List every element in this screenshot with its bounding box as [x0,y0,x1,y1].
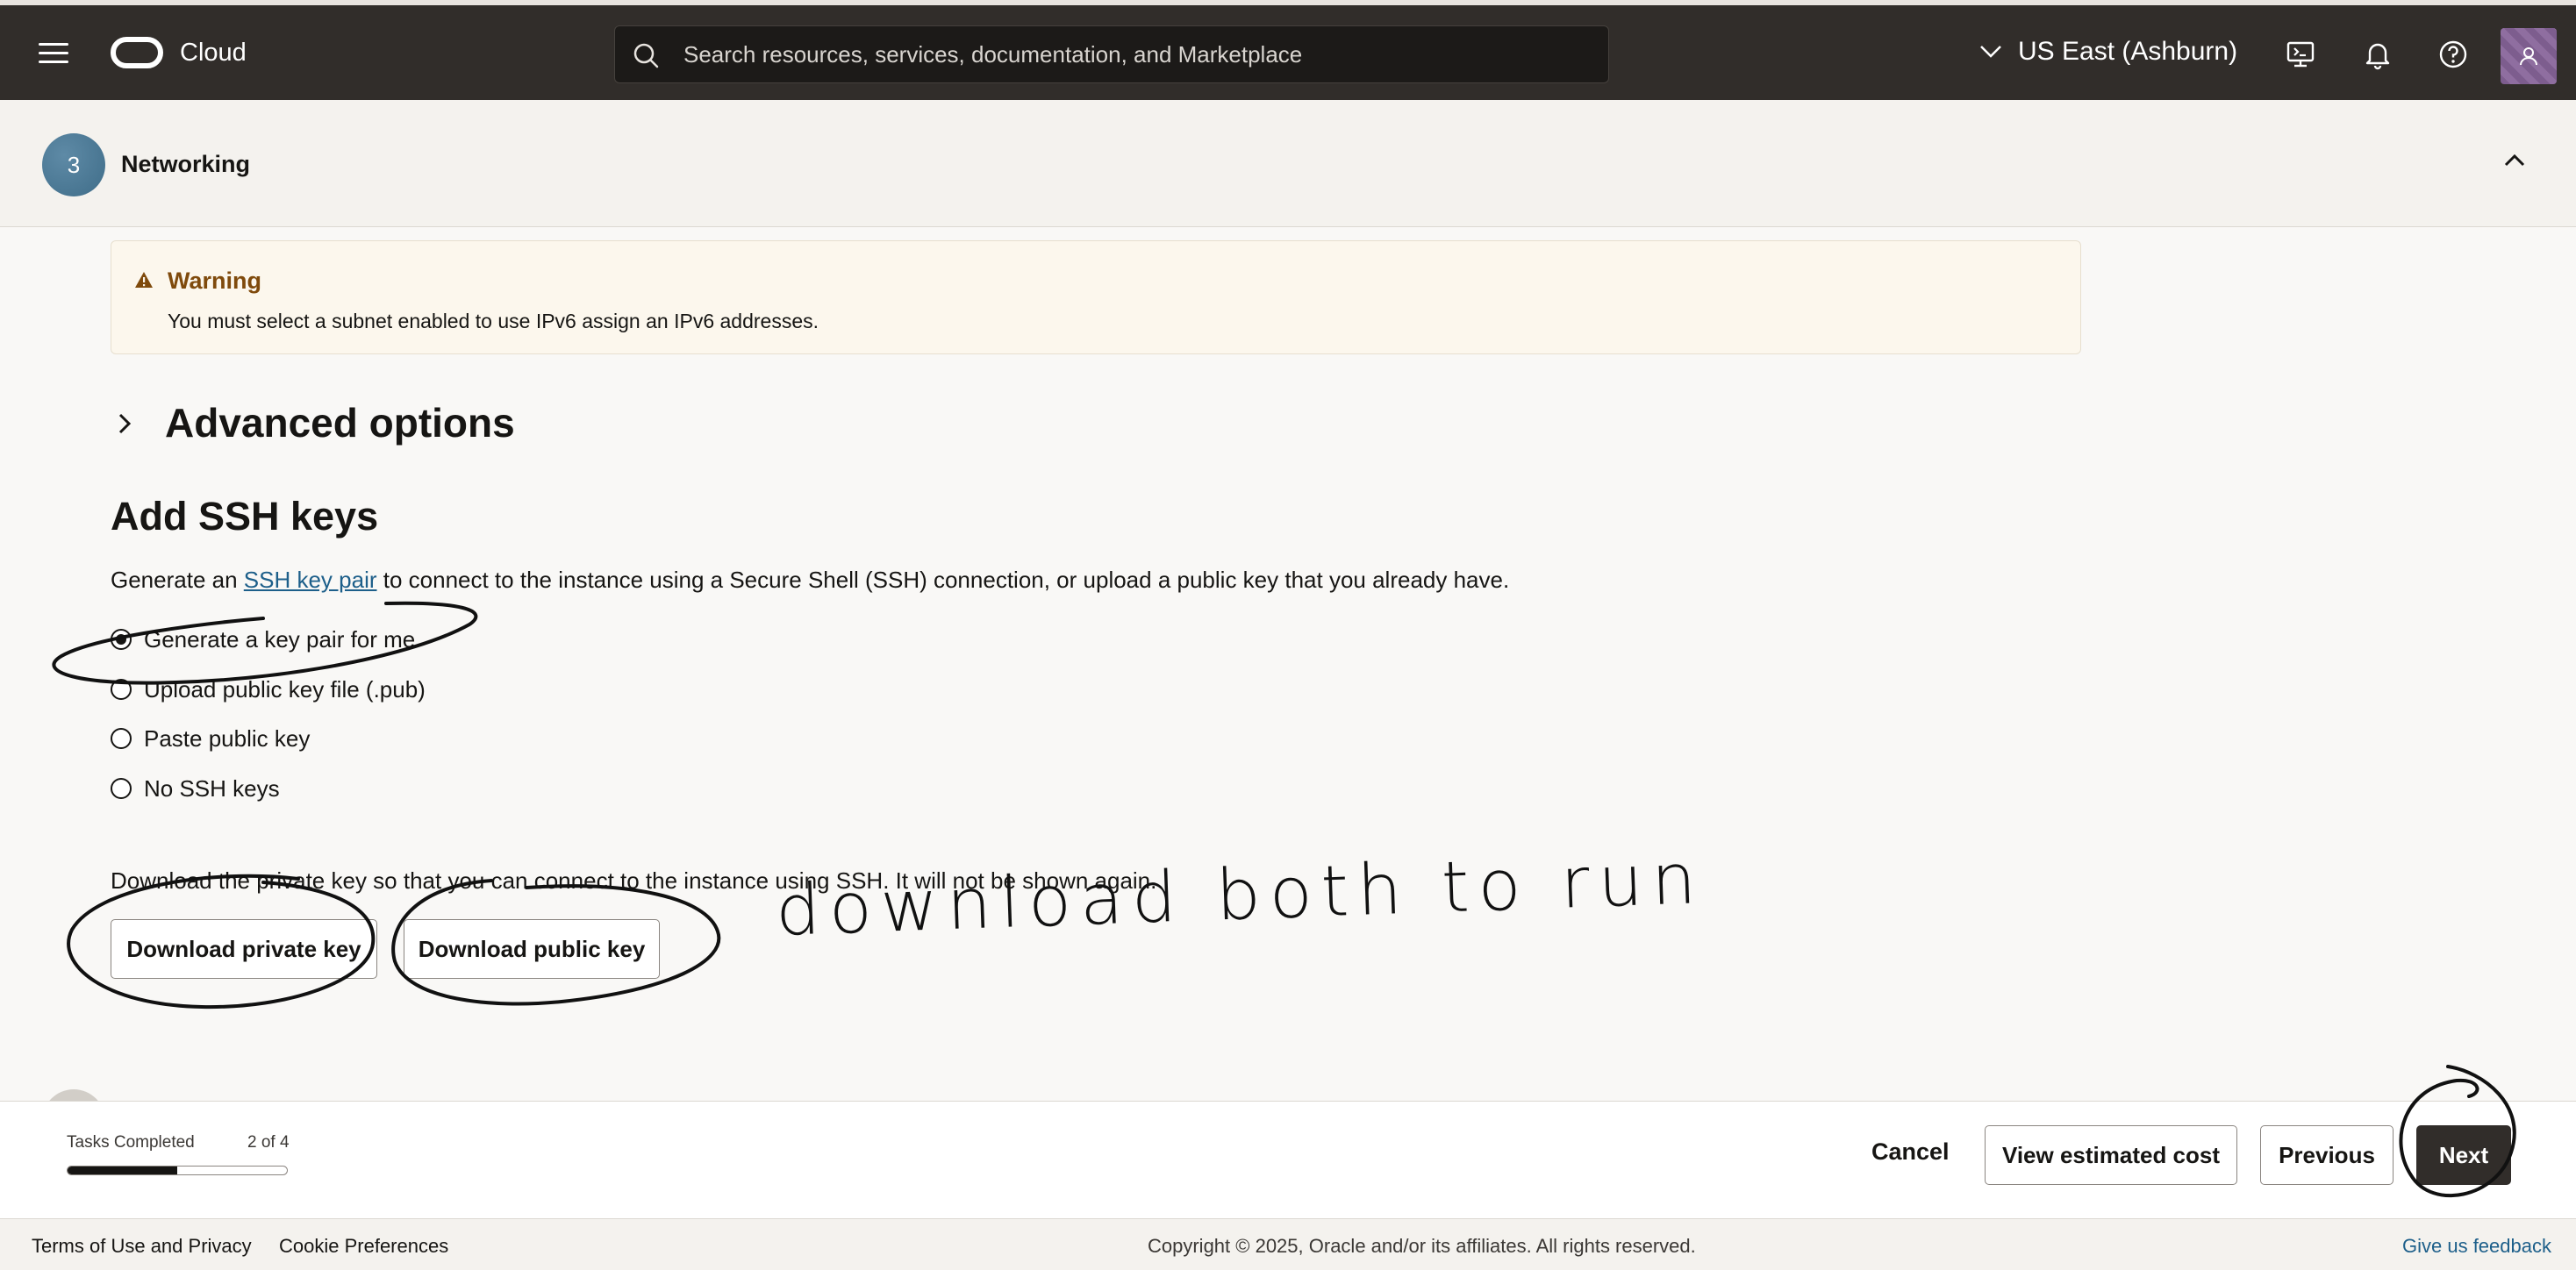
cloud-shell-icon[interactable] [2285,39,2316,70]
help-icon[interactable] [2437,39,2469,70]
tasks-completed-label: Tasks Completed [67,1133,195,1152]
radio-upload-public-key[interactable]: Upload public key file (.pub) [111,674,426,704]
radio-label: Upload public key file (.pub) [144,675,426,703]
handwritten-note: download both to run [774,838,1707,952]
download-public-key-button[interactable]: Download public key [404,919,660,979]
chevron-right-icon[interactable] [118,412,132,435]
chevron-up-icon[interactable] [2504,153,2525,167]
avatar[interactable] [2501,28,2557,84]
previous-button[interactable]: Previous [2260,1125,2394,1185]
radio-button[interactable] [111,778,132,799]
feedback-link[interactable]: Give us feedback [2402,1235,2551,1258]
chevron-down-icon [1980,46,2001,58]
radio-button[interactable] [111,629,132,650]
step-number-badge: 3 [42,133,105,196]
advanced-options-toggle[interactable]: Advanced options [165,399,515,446]
warning-triangle-icon [135,272,153,288]
radio-label: No SSH keys [144,774,280,802]
radio-generate-key-pair[interactable]: Generate a key pair for me [111,624,415,654]
search-input[interactable] [683,26,1587,82]
ssh-desc-before: Generate an [111,567,244,593]
radio-label: Paste public key [144,724,311,752]
download-private-key-button[interactable]: Download private key [111,919,377,979]
bell-icon[interactable] [2362,39,2394,70]
ssh-desc-after: to connect to the instance using a Secur… [376,567,1510,593]
wizard-footer: Tasks Completed 2 of 4 Cancel View estim… [0,1101,2576,1218]
radio-button[interactable] [111,728,132,749]
radio-paste-public-key[interactable]: Paste public key [111,724,310,753]
terms-link[interactable]: Terms of Use and Privacy [32,1235,252,1258]
view-estimated-cost-button[interactable]: View estimated cost [1985,1125,2237,1185]
ssh-key-pair-link[interactable]: SSH key pair [244,567,377,593]
user-icon [2520,47,2537,66]
next-button[interactable]: Next [2416,1125,2511,1185]
networking-section-header[interactable]: 3 Networking [0,100,2576,227]
copyright-text: Copyright © 2025, Oracle and/or its affi… [1148,1235,1696,1257]
top-header: Cloud US East (Ashburn) [0,0,2576,100]
warning-title: Warning [168,268,261,294]
region-selector[interactable]: US East (Ashburn) [1979,34,2237,69]
page-footer: Terms of Use and Privacy Cookie Preferen… [0,1218,2576,1270]
cookie-preferences-link[interactable]: Cookie Preferences [279,1235,448,1258]
section-title: Networking [121,151,251,177]
cancel-button[interactable]: Cancel [1871,1138,1950,1166]
tasks-completed-count: 2 of 4 [247,1133,290,1152]
warning-message: You must select a subnet enabled to use … [168,310,819,332]
radio-no-ssh-keys[interactable]: No SSH keys [111,774,280,803]
brand-name[interactable]: Cloud [180,39,247,68]
radio-label: Generate a key pair for me [144,625,416,653]
ssh-description: Generate an SSH key pair to connect to t… [111,567,1509,594]
cloud-logo-icon[interactable] [111,37,163,68]
tasks-progress-bar [67,1166,288,1175]
search-icon [633,43,659,68]
ssh-keys-heading: Add SSH keys [111,494,379,539]
hamburger-icon[interactable] [39,41,68,66]
tasks-progress-fill [68,1167,177,1174]
region-label: US East (Ashburn) [2018,37,2238,66]
ipv6-warning-banner: Warning You must select a subnet enabled… [111,240,2081,354]
search-bar[interactable] [614,25,1609,83]
radio-button[interactable] [111,679,132,700]
